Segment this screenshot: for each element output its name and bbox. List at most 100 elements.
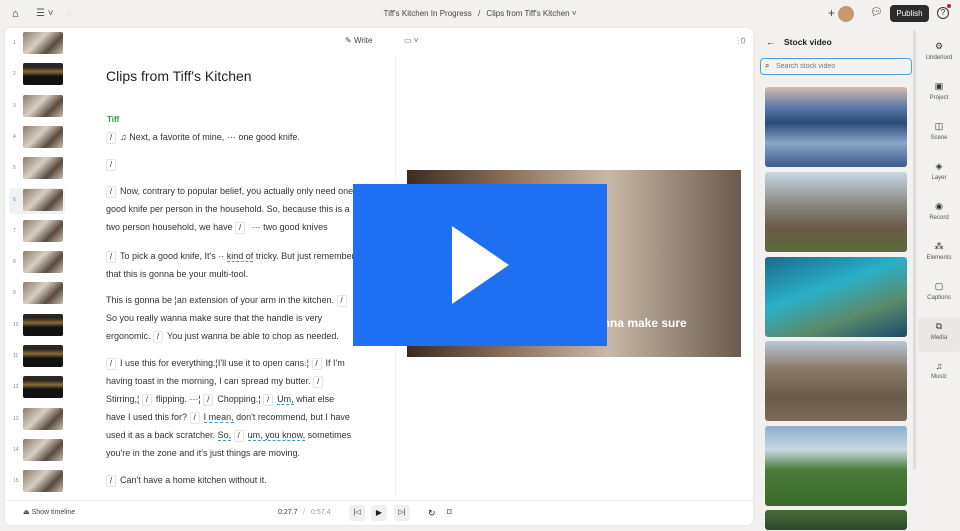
chevron-down-icon[interactable]: ˅ [572,9,577,18]
scene-thumbnail[interactable] [23,157,63,180]
play-button[interactable]: ▶ [371,505,387,521]
scene-number: 14 [13,446,19,453]
sidebar-item-music[interactable]: ♫ Music [918,358,960,392]
scene-thumbnail[interactable] [23,313,63,336]
sidebar-label: Underlord [925,55,953,61]
sidebar-item-record[interactable]: ◉ Record [918,198,960,232]
avatar[interactable] [838,6,854,22]
breadcrumb: Tiff's Kitchen In Progress / Clips from … [0,9,960,18]
current-time: 0:27.7 [278,509,298,516]
sidebar-item-media[interactable]: ⧉ Media [918,318,960,352]
sidebar-item-underlord[interactable]: ⚙ Underlord [918,38,960,72]
sidebar-item-elements[interactable]: ⁂ Elements [918,238,960,272]
comment-icon[interactable]: 💬︎ [870,7,883,18]
notification-dot [947,4,951,8]
publish-button[interactable]: Publish [890,5,929,22]
bookmark-icon[interactable]: ⌑ [447,507,452,518]
scene-break[interactable]: / [106,474,116,487]
paragraph[interactable]: / I use this for everything.¦I'll use it … [106,354,356,462]
paragraph[interactable]: / ♫ Next, a favorite of mine, ··· one goo… [106,128,356,146]
sidebar-item-project[interactable]: ▣ Project [918,78,960,112]
project-icon: ▣ [934,81,944,91]
scene-break[interactable]: / [106,131,116,144]
scene-thumbnail[interactable] [23,63,63,86]
media-icon: ⧉ [935,321,943,331]
scene-break[interactable]: / [106,250,116,263]
skip-back-button[interactable]: |◁ [349,505,365,521]
breadcrumb-project[interactable]: Tiff's Kitchen In Progress [383,9,471,18]
stock-video-thumbnail[interactable] [765,172,907,252]
speaker-label: Tiff [107,115,120,124]
scene-break[interactable]: / [263,393,274,406]
sidebar-label: Scene [930,135,948,141]
scene-break[interactable]: / [235,221,246,234]
stock-video-thumbnail[interactable] [765,426,907,506]
scene-number: 11 [13,353,19,359]
scene-thumbnail[interactable] [23,251,63,274]
scene-icon: ◫ [934,121,944,131]
scene-break[interactable]: / [153,330,164,343]
scene-thumbnail[interactable] [23,219,63,242]
breadcrumb-composition[interactable]: Clips from Tiff's Kitchen [486,9,569,18]
scene-break[interactable]: / [106,357,116,370]
scene-thumbnail[interactable] [23,470,63,493]
skip-forward-button[interactable]: ▷| [394,505,410,521]
scene-thumbnail[interactable] [23,376,63,399]
scene-thumbnail[interactable] [23,282,63,305]
scene-break[interactable]: / [141,393,152,406]
scrollbar[interactable] [913,30,916,470]
stock-video-thumbnail[interactable] [765,87,907,167]
paragraph[interactable]: / [106,155,356,173]
sidebar-label: Captions [927,295,951,301]
scene-thumbnail[interactable] [23,345,63,367]
scene-thumbnail[interactable] [23,32,63,54]
scene-break[interactable]: / [106,185,116,198]
stock-video-thumbnail[interactable] [765,257,907,337]
search-input[interactable] [776,60,906,72]
scene-number: 5 [13,165,16,172]
search-field[interactable]: ⌕ [760,58,912,75]
sidebar-item-layer[interactable]: ◈ Layer [918,158,960,192]
help-icon[interactable]: ? [937,7,949,19]
play-overlay[interactable] [353,184,607,346]
scene-break[interactable]: / [203,393,214,406]
paragraph[interactable]: / Can't have a home kitchen without it. [106,471,356,489]
toggle-panel-icon[interactable]: ⫶▯ [737,36,746,47]
sidebar-label: Media [930,335,948,341]
scene-break[interactable]: / [311,357,322,370]
scene-number: 15 [13,478,19,485]
back-arrow-icon[interactable]: ← [766,37,775,47]
scene-number: 8 [13,259,16,266]
paragraph[interactable]: This is gonna be ¦an extension of your a… [106,291,356,345]
show-timeline-button[interactable]: ⏏︎ Show timeline [23,508,75,516]
write-button[interactable]: ✎ Write [345,36,372,45]
sidebar-label: Music [931,374,947,380]
paragraph[interactable]: / To pick a good knife, It's ·· kind of t… [106,247,356,283]
scene-break[interactable]: / [106,158,116,171]
scene-number: 12 [13,384,19,391]
divider [5,500,753,501]
layout-dropdown[interactable]: ▭ ˅ [404,36,418,45]
scene-thumbnail[interactable] [23,407,63,430]
scene-break[interactable]: / [189,411,200,424]
paragraph[interactable]: / Now, contrary to popular belief, you ac… [106,182,356,236]
music-icon: ♫ [935,361,943,371]
elements-icon: ⁂ [934,241,944,251]
loop-icon[interactable]: ↻ [428,508,436,519]
scene-break[interactable]: / [313,375,324,388]
layer-icon: ◈ [935,161,943,171]
stock-video-thumbnail[interactable] [765,510,907,530]
add-collaborator-icon[interactable]: + [828,6,835,20]
sidebar-item-captions[interactable]: ▢ Captions [918,278,960,312]
sidebar-item-scene[interactable]: ◫ Scene [918,118,960,152]
scene-break[interactable]: / [233,429,244,442]
stock-video-thumbnail[interactable] [765,341,907,421]
scene-thumbnail[interactable] [23,188,63,211]
scene-thumbnail[interactable] [23,94,63,117]
scene-thumbnail[interactable] [23,125,63,148]
scene-number: 9 [13,290,16,297]
scene-number: 4 [13,133,16,140]
play-icon [452,226,509,304]
scene-break[interactable]: / [336,294,347,307]
scene-thumbnail[interactable] [23,438,63,461]
